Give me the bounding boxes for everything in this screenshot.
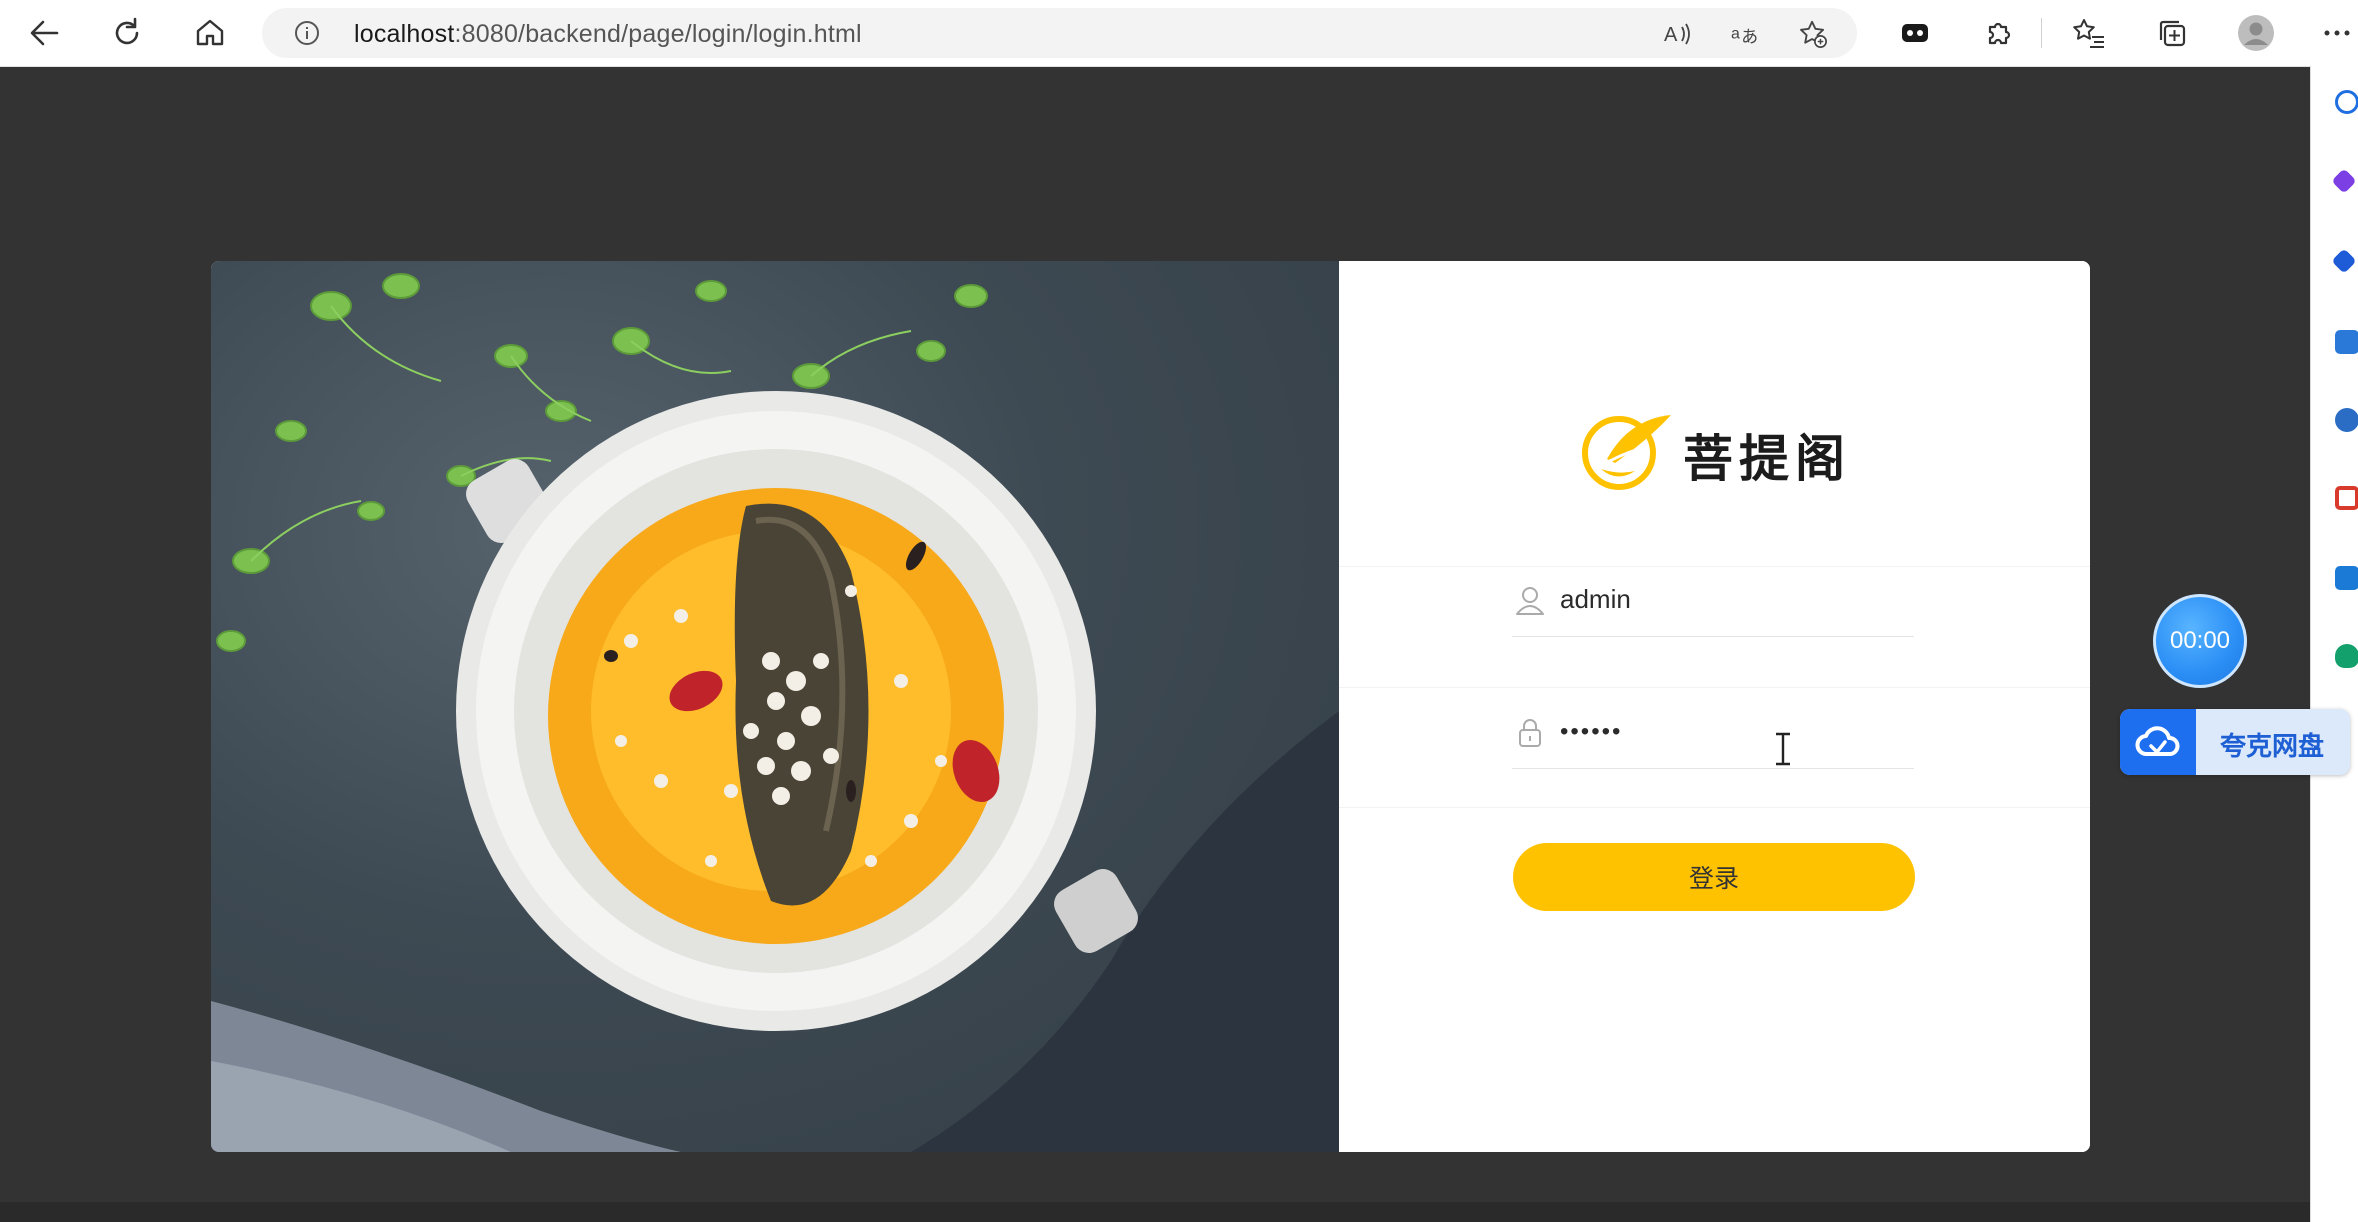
back-arrow-icon: [30, 20, 59, 46]
drop-sidebar-icon[interactable]: [2335, 644, 2358, 668]
copilot-sidebar-icon[interactable]: [2331, 168, 2357, 194]
people-sidebar-icon[interactable]: [2335, 408, 2358, 432]
quark-cloud-drive-widget[interactable]: 夸克网盘: [2120, 709, 2350, 775]
password-field[interactable]: ••••••: [1512, 706, 1914, 769]
password-input[interactable]: ••••••: [1560, 718, 1890, 746]
collections-icon: [2159, 20, 2186, 47]
translate-icon[interactable]: aあ: [1730, 19, 1760, 49]
form-divider: [1339, 687, 2090, 688]
add-favorite-icon[interactable]: [1798, 19, 1828, 49]
username-input[interactable]: [1560, 584, 1890, 615]
outlook-sidebar-icon[interactable]: [2335, 566, 2358, 590]
browser-toolbar: localhost:8080/backend/page/login/login.…: [0, 0, 2358, 67]
favorites-button[interactable]: [2070, 14, 2108, 52]
brand-name: 菩提阁: [1683, 431, 1851, 487]
refresh-button[interactable]: [103, 9, 151, 57]
settings-more-button[interactable]: [2318, 14, 2356, 52]
read-aloud-icon[interactable]: A: [1662, 19, 1692, 49]
gamepad-icon: [1902, 24, 1928, 42]
cloud-drive-label: 夸克网盘: [2220, 731, 2325, 761]
toolbar-divider: [2041, 18, 2042, 48]
leaf-logo-icon: [1582, 415, 1671, 490]
url-path: :8080/backend/page/login/login.html: [454, 20, 862, 48]
lock-icon: [1519, 719, 1541, 747]
login-button[interactable]: 登录: [1513, 843, 1915, 911]
favorites-list-icon: [2073, 19, 2104, 48]
recording-timer[interactable]: 00:00: [2153, 594, 2247, 688]
user-icon: [1516, 587, 1544, 615]
login-card: 菩提阁 •••••• 登录: [211, 261, 2090, 1152]
login-panel: 菩提阁 •••••• 登录: [1339, 261, 2090, 1152]
cloud-drive-icon: [2120, 709, 2196, 775]
browser-sidebar: [2310, 66, 2358, 1222]
form-divider: [1339, 807, 2090, 808]
url-host: localhost: [354, 20, 455, 48]
home-button[interactable]: [186, 9, 234, 57]
address-bar[interactable]: localhost:8080/backend/page/login/login.…: [262, 8, 1857, 58]
brand-logo: 菩提阁: [1579, 409, 1859, 493]
tools-sidebar-icon[interactable]: [2335, 330, 2358, 354]
collections-button[interactable]: [2153, 14, 2191, 52]
username-field[interactable]: [1512, 574, 1914, 637]
svg-text:あ: あ: [1741, 26, 1758, 46]
profile-button[interactable]: [2237, 14, 2275, 52]
more-dots-icon: [2324, 30, 2350, 36]
food-photo: [211, 261, 1339, 1152]
status-strip: [0, 1202, 2310, 1222]
soup-bowl-image: [211, 273, 1339, 1152]
search-sidebar-icon[interactable]: [2335, 90, 2358, 114]
home-icon: [196, 19, 224, 46]
extensions-button[interactable]: [1979, 14, 2017, 52]
office-sidebar-icon[interactable]: [2335, 486, 2358, 510]
games-extension-button[interactable]: [1896, 14, 1934, 52]
puzzle-icon: [1988, 22, 2011, 45]
url-text[interactable]: localhost:8080/backend/page/login/login.…: [354, 20, 862, 49]
refresh-icon: [115, 17, 139, 45]
site-info-icon[interactable]: [294, 20, 320, 46]
avatar-icon: [2238, 15, 2274, 51]
back-button[interactable]: [20, 9, 68, 57]
svg-text:A: A: [1664, 24, 1678, 46]
text-cursor-icon: [1776, 732, 1790, 766]
shopping-sidebar-icon[interactable]: [2331, 248, 2357, 274]
svg-text:a: a: [1731, 26, 1740, 43]
form-divider: [1339, 566, 2090, 567]
